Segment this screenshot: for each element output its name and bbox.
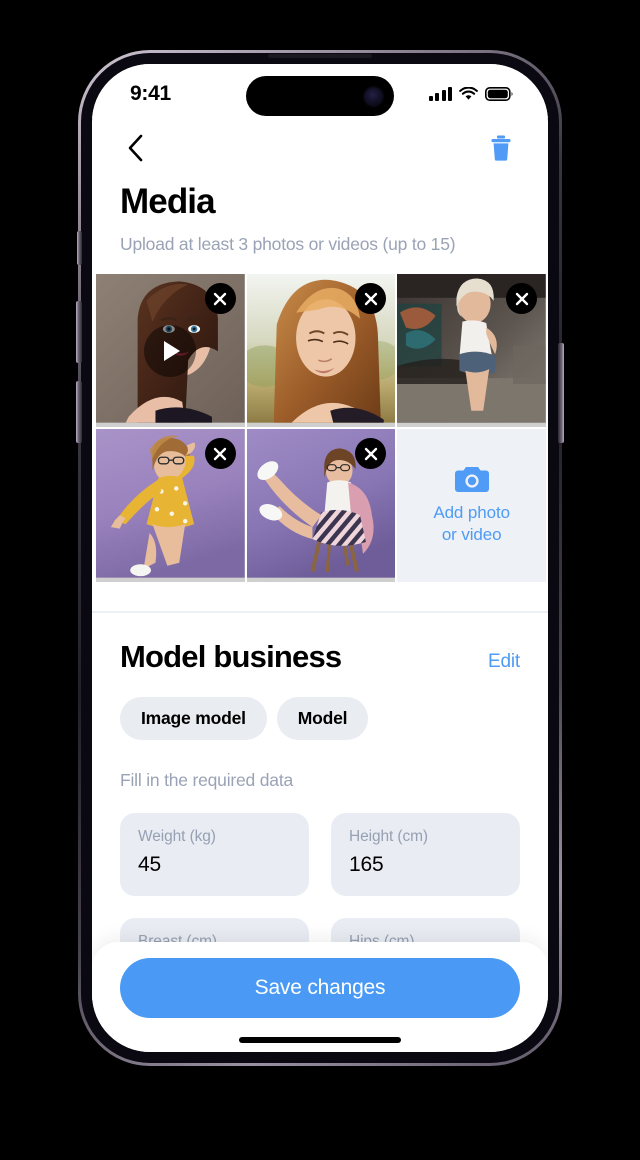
volume-down-button[interactable] xyxy=(76,381,82,443)
phone-frame: 9:41 Media Upload at least 3 photos or v… xyxy=(76,50,564,1066)
close-icon xyxy=(364,292,378,305)
phone-screen: 9:41 Media Upload at least 3 photos or v… xyxy=(92,64,548,1052)
chip-model[interactable]: Model xyxy=(276,697,369,740)
add-photo-or-video-button[interactable]: Add photo or video xyxy=(397,429,546,582)
status-time: 9:41 xyxy=(130,82,171,105)
add-label-line-1: Add photo xyxy=(433,502,510,522)
status-indicators xyxy=(428,87,515,101)
chevron-left-icon xyxy=(128,134,142,162)
play-button[interactable] xyxy=(144,324,197,377)
power-button[interactable] xyxy=(558,343,564,443)
section-header: Model business Edit xyxy=(120,613,520,675)
category-chip-row: Image model Model xyxy=(120,697,520,740)
phone-bezel: 9:41 Media Upload at least 3 photos or v… xyxy=(76,53,564,1063)
section-title: Model business xyxy=(120,639,342,674)
close-icon xyxy=(364,447,378,460)
back-button[interactable] xyxy=(118,131,152,165)
remove-media-button-4[interactable] xyxy=(204,438,236,469)
close-icon xyxy=(213,447,227,460)
field-weight-label: Weight (kg) xyxy=(138,828,216,845)
close-icon xyxy=(515,292,528,305)
navigation-bar xyxy=(92,118,548,170)
camera-icon xyxy=(454,466,489,492)
media-tile-3[interactable] xyxy=(397,274,546,427)
wifi-icon xyxy=(459,87,478,100)
media-grid: Add photo or video xyxy=(92,274,548,582)
chip-image-model[interactable]: Image model xyxy=(120,697,267,740)
volume-up-button[interactable] xyxy=(76,301,82,363)
earpiece-speaker xyxy=(268,54,372,58)
remove-media-button-3[interactable] xyxy=(506,283,537,314)
field-height-label: Height (cm) xyxy=(349,828,428,845)
section-spacer xyxy=(92,582,548,611)
delete-button[interactable] xyxy=(484,131,518,165)
required-data-note: Fill in the required data xyxy=(120,770,294,790)
screenshot-stage: 9:41 Media Upload at least 3 photos or v… xyxy=(0,0,640,1160)
close-icon xyxy=(213,292,227,305)
field-height[interactable]: Height (cm) 165 xyxy=(331,813,520,896)
cellular-signal-icon xyxy=(428,87,452,101)
media-tile-1[interactable] xyxy=(96,274,245,427)
page-subtitle: Upload at least 3 photos or videos (up t… xyxy=(120,234,456,254)
field-weight-value: 45 xyxy=(138,853,161,876)
bottom-action-sheet: Save changes xyxy=(92,942,548,1052)
dynamic-island[interactable] xyxy=(246,76,394,116)
play-icon xyxy=(164,340,181,361)
remove-media-button-1[interactable] xyxy=(204,283,236,314)
save-changes-button[interactable]: Save changes xyxy=(120,958,520,1018)
field-weight[interactable]: Weight (kg) 45 xyxy=(120,813,309,896)
add-photo-label: Add photo or video xyxy=(433,502,510,547)
edit-button[interactable]: Edit xyxy=(488,651,520,673)
front-camera-icon xyxy=(365,87,382,105)
media-tile-2[interactable] xyxy=(246,274,396,427)
media-tile-5[interactable] xyxy=(246,429,396,582)
add-label-line-2: or video xyxy=(441,525,502,544)
silence-switch[interactable] xyxy=(77,231,82,265)
field-height-value: 165 xyxy=(349,853,384,876)
page-title: Media xyxy=(120,182,216,221)
media-tile-4[interactable] xyxy=(96,429,245,582)
home-indicator[interactable] xyxy=(239,1037,401,1043)
battery-icon xyxy=(485,87,513,101)
trash-icon xyxy=(491,135,511,161)
